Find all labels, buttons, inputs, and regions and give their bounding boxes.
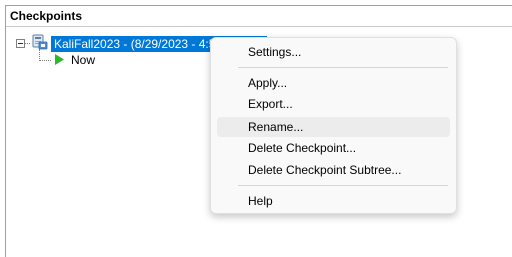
menu-item-apply[interactable]: Apply...	[217, 73, 450, 93]
tree-node-now[interactable]: Now	[71, 53, 95, 67]
menu-item-export[interactable]: Export...	[217, 94, 450, 114]
menu-item-help[interactable]: Help	[217, 191, 450, 211]
menu-item-rename[interactable]: Rename...	[217, 117, 450, 137]
play-icon	[55, 54, 64, 65]
vm-checkpoint-icon	[32, 34, 48, 50]
menu-item-delete-subtree[interactable]: Delete Checkpoint Subtree...	[217, 160, 450, 180]
menu-item-delete-checkpoint[interactable]: Delete Checkpoint...	[217, 138, 450, 158]
collapse-icon[interactable]	[16, 39, 25, 48]
menu-separator	[238, 185, 448, 186]
panel-title: Checkpoints	[10, 9, 83, 23]
context-menu: Settings... Apply... Export... Rename...…	[210, 37, 457, 214]
panel-header: Checkpoints	[6, 6, 512, 27]
tree-connector	[39, 60, 51, 61]
menu-separator	[238, 67, 448, 68]
menu-item-settings[interactable]: Settings...	[217, 42, 450, 62]
